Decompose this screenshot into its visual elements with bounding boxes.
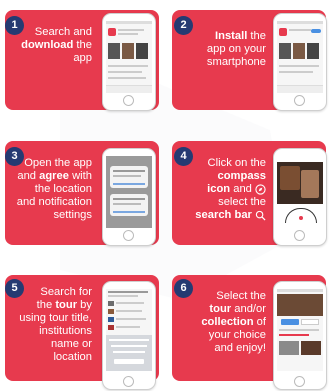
home-button	[294, 376, 305, 387]
phone-screen-tour	[277, 289, 323, 371]
step-6-phone	[273, 281, 327, 390]
step-2-phone	[273, 13, 327, 111]
phone-screen-install	[277, 21, 323, 93]
step-4-phone	[273, 148, 327, 246]
phone-screen-search	[106, 289, 152, 371]
home-button	[123, 95, 134, 106]
step-4-text: Click on the compass icon and select the…	[195, 157, 266, 221]
home-button	[123, 376, 134, 387]
step-1-text: Search and download the app	[21, 26, 92, 64]
phone-screen-store	[106, 21, 152, 93]
step-2-text: Install the app on your smartphone	[206, 30, 266, 68]
home-button	[123, 230, 134, 241]
step-1-phone	[102, 13, 156, 111]
step-5-text: Search for the tour by using tour title,…	[19, 286, 92, 363]
step-4-badge: 4	[174, 147, 193, 166]
home-button	[294, 95, 305, 106]
step-3-badge: 3	[5, 147, 24, 166]
step-1-badge: 1	[5, 16, 24, 35]
step-2-badge: 2	[174, 16, 193, 35]
step-6-text: Select the tour and/or collection of you…	[201, 290, 266, 354]
phone-screen-compass	[277, 156, 323, 228]
step-3-phone	[102, 148, 156, 246]
phone-screen-permissions	[106, 156, 152, 228]
compass-icon	[255, 183, 266, 195]
magnifier-icon	[255, 210, 266, 221]
step-5-badge: 5	[5, 279, 24, 298]
home-button	[294, 230, 305, 241]
step-6-badge: 6	[174, 279, 193, 298]
step-5-phone	[102, 281, 156, 390]
step-3-text: Open the app and agree with the location…	[16, 157, 92, 221]
